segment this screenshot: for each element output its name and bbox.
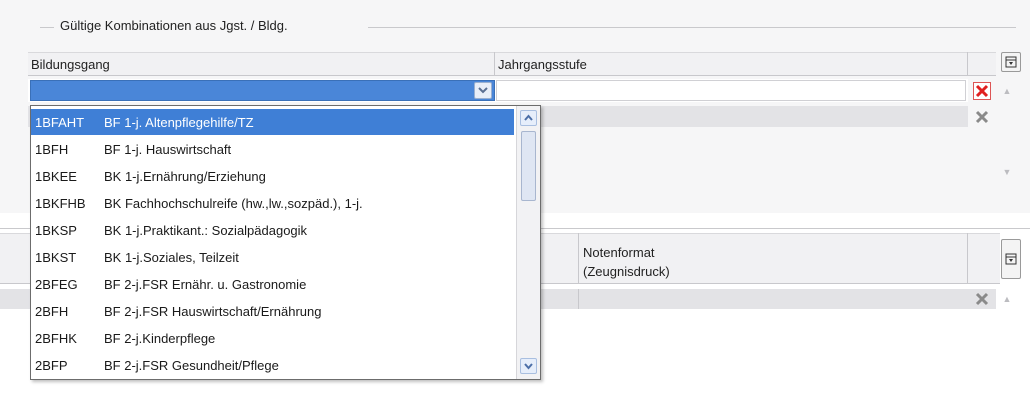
scroll-up-icon[interactable]: ▲ (1001, 86, 1013, 96)
chevron-down-icon (478, 87, 488, 94)
item-name: BF 2-j.FSR Ernähr. u. Gastronomie (104, 276, 307, 292)
item-name: BK 1-j.Ernährung/Erziehung (104, 168, 266, 184)
item-code: 2BFH (35, 303, 69, 319)
item-code: 2BFEG (35, 276, 78, 292)
group-border-right (368, 27, 1016, 28)
item-name: BF 2-j.FSR Gesundheit/Pflege (104, 357, 279, 373)
list-item[interactable]: 2BFH BF 2-j.FSR Hauswirtschaft/Ernährung (31, 298, 514, 324)
column-header-bildungsgang[interactable]: Bildungsgang (31, 57, 110, 72)
bildungsgang-combo[interactable] (30, 80, 495, 101)
column-separator (967, 233, 968, 284)
list-item[interactable]: 2BFP BF 2-j.FSR Gesundheit/Pflege (31, 352, 514, 378)
list-item[interactable]: 1BKST BK 1-j.Soziales, Teilzeit (31, 244, 514, 270)
group-border-left (40, 27, 54, 28)
delete-row-button[interactable] (973, 290, 991, 308)
item-name: BK Fachhochschulreife (hw.,lw.,sozpäd.),… (104, 195, 363, 211)
delete-x-icon (975, 292, 989, 306)
delete-x-icon (975, 84, 989, 98)
delete-row-button[interactable] (973, 82, 991, 100)
combo-dropdown-button[interactable] (474, 82, 492, 99)
column-chooser-button[interactable] (1001, 239, 1021, 279)
item-name: BF 1-j. Hauswirtschaft (104, 141, 232, 157)
scroll-up-icon[interactable]: ▲ (1001, 294, 1013, 304)
item-name: BF 1-j. Altenpflegehilfe/TZ (104, 114, 254, 130)
group-title: Gültige Kombinationen aus Jgst. / Bldg. (58, 18, 290, 33)
list-item[interactable]: 2BFHK BF 2-j.Kinderpflege (31, 325, 514, 351)
jahrgangsstufe-cell[interactable] (496, 80, 966, 101)
item-code: 1BKEE (35, 168, 77, 184)
list-item[interactable]: 1BFAHT BF 1-j. Altenpflegehilfe/TZ (31, 109, 514, 135)
column-chooser-icon (1005, 253, 1017, 265)
scroll-down-icon[interactable]: ▼ (1001, 167, 1013, 177)
column-header-notenformat[interactable]: Notenformat (Zeugnisdruck) (583, 243, 670, 281)
dropdown-scrollbar[interactable] (516, 106, 540, 379)
scroll-thumb[interactable] (521, 131, 536, 201)
scroll-up-button[interactable] (520, 110, 537, 126)
column-separator (494, 52, 495, 76)
list-item[interactable]: 2BFEG BF 2-j.FSR Ernähr. u. Gastronomie (31, 271, 514, 297)
delete-row-button[interactable] (973, 108, 991, 126)
item-code: 1BFH (35, 141, 69, 157)
list-item[interactable]: 1BFH BF 1-j. Hauswirtschaft (31, 136, 514, 162)
list-item[interactable]: 1BKSP BK 1-j.Praktikant.: Sozialpädagogi… (31, 217, 514, 243)
column-header-jahrgangsstufe[interactable]: Jahrgangsstufe (498, 57, 587, 72)
item-name: BF 2-j.FSR Hauswirtschaft/Ernährung (104, 303, 322, 319)
item-name: BK 1-j.Soziales, Teilzeit (104, 249, 239, 265)
item-code: 2BFP (35, 357, 68, 373)
column-chooser-button[interactable] (1001, 52, 1021, 72)
delete-x-icon (975, 110, 989, 124)
item-code: 1BKSP (35, 222, 77, 238)
chevron-up-icon (524, 114, 533, 121)
column-chooser-icon (1005, 56, 1017, 68)
column-separator (578, 233, 579, 284)
list-item[interactable]: 1BKFHB BK Fachhochschulreife (hw.,lw.,so… (31, 190, 514, 216)
item-name: BF 2-j.Kinderpflege (104, 330, 216, 346)
item-code: 1BFAHT (35, 114, 85, 130)
column-separator (967, 52, 968, 76)
scroll-down-button[interactable] (520, 358, 537, 374)
item-code: 1BKST (35, 249, 77, 265)
bildungsgang-dropdown-list[interactable]: 1BFAHT BF 1-j. Altenpflegehilfe/TZ 1BFH … (30, 105, 541, 380)
item-code: 2BFHK (35, 330, 77, 346)
notenformat-label-line2: (Zeugnisdruck) (583, 264, 670, 279)
item-code: 1BKFHB (35, 195, 86, 211)
chevron-down-icon (524, 363, 533, 370)
column-separator (578, 289, 579, 309)
list-item[interactable]: 1BKEE BK 1-j.Ernährung/Erziehung (31, 163, 514, 189)
notenformat-label-line1: Notenformat (583, 245, 655, 260)
item-name: BK 1-j.Praktikant.: Sozialpädagogik (104, 222, 308, 238)
